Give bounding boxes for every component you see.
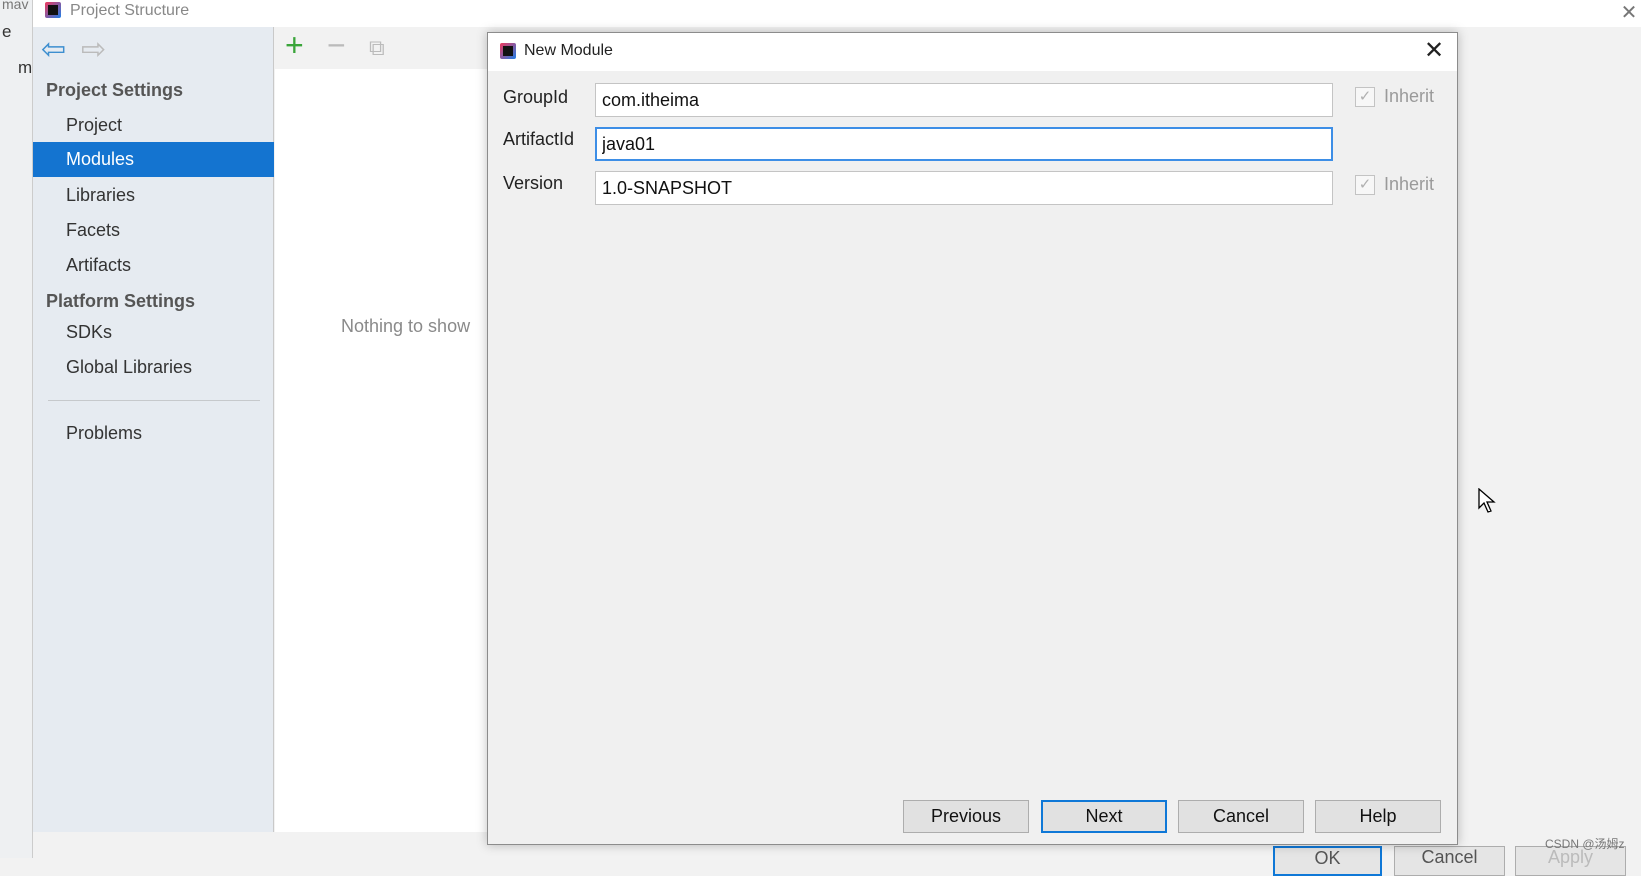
artifactid-input[interactable] <box>595 127 1333 161</box>
section-project-settings: Project Settings <box>46 80 184 100</box>
ide-text: e <box>2 22 12 41</box>
ide-text: m <box>18 58 33 77</box>
background-ide-strip: mav e m <box>0 0 33 858</box>
copy-icon[interactable]: ⧉ <box>369 35 385 61</box>
ide-text: mav <box>2 0 29 12</box>
intellij-app-icon <box>500 43 516 59</box>
dialog-title: New Module <box>524 42 613 59</box>
version-inherit-checkbox[interactable]: ✓ <box>1355 175 1375 195</box>
version-input[interactable] <box>595 171 1333 205</box>
groupid-input[interactable] <box>595 83 1333 117</box>
previous-button[interactable]: Previous <box>903 800 1029 833</box>
groupid-label: GroupId <box>503 87 569 107</box>
window-title: Project Structure <box>70 2 190 19</box>
window-close-button[interactable]: ✕ <box>1618 0 1640 25</box>
sidebar-item-modules[interactable]: Modules <box>33 142 274 177</box>
window-titlebar: Project Structure <box>33 0 1641 27</box>
minus-icon[interactable]: − <box>327 27 346 64</box>
footer-cancel-button[interactable]: Cancel <box>1394 846 1505 876</box>
module-list <box>275 69 495 832</box>
artifactid-label: ArtifactId <box>503 129 575 149</box>
version-inherit-label: Inherit <box>1384 174 1435 194</box>
plus-icon[interactable]: + <box>285 27 304 64</box>
cancel-button[interactable]: Cancel <box>1178 800 1304 833</box>
sidebar-item-artifacts[interactable]: Artifacts <box>33 248 274 283</box>
groupid-inherit-label: Inherit <box>1384 86 1435 106</box>
back-arrow-icon[interactable]: ⇦ <box>41 32 66 67</box>
empty-state-text: Nothing to show <box>341 316 471 336</box>
intellij-app-icon <box>45 2 61 18</box>
sidebar: ⇦ ⇨ Project Settings Project Modules Lib… <box>33 27 274 832</box>
dialog-close-button[interactable]: ✕ <box>1419 36 1449 65</box>
sidebar-item-facets[interactable]: Facets <box>33 213 274 248</box>
sidebar-item-global-libraries[interactable]: Global Libraries <box>33 350 274 385</box>
groupid-inherit-checkbox[interactable]: ✓ <box>1355 87 1375 107</box>
new-module-dialog: New Module ✕ GroupId ✓ Inherit ArtifactI… <box>487 32 1458 845</box>
section-platform-settings: Platform Settings <box>46 291 196 311</box>
ok-button[interactable]: OK <box>1273 846 1382 876</box>
sidebar-item-project[interactable]: Project <box>33 108 274 143</box>
sidebar-divider <box>48 400 260 401</box>
sidebar-item-sdks[interactable]: SDKs <box>33 315 274 350</box>
sidebar-item-problems[interactable]: Problems <box>33 416 274 451</box>
version-label: Version <box>503 173 564 193</box>
help-button[interactable]: Help <box>1315 800 1441 833</box>
forward-arrow-icon[interactable]: ⇨ <box>81 32 106 67</box>
dialog-titlebar: New Module ✕ <box>488 33 1457 71</box>
watermark: CSDN @汤姆z <box>1545 837 1625 851</box>
sidebar-item-libraries[interactable]: Libraries <box>33 178 274 213</box>
mouse-cursor-icon <box>1478 488 1496 513</box>
next-button[interactable]: Next <box>1041 800 1167 833</box>
